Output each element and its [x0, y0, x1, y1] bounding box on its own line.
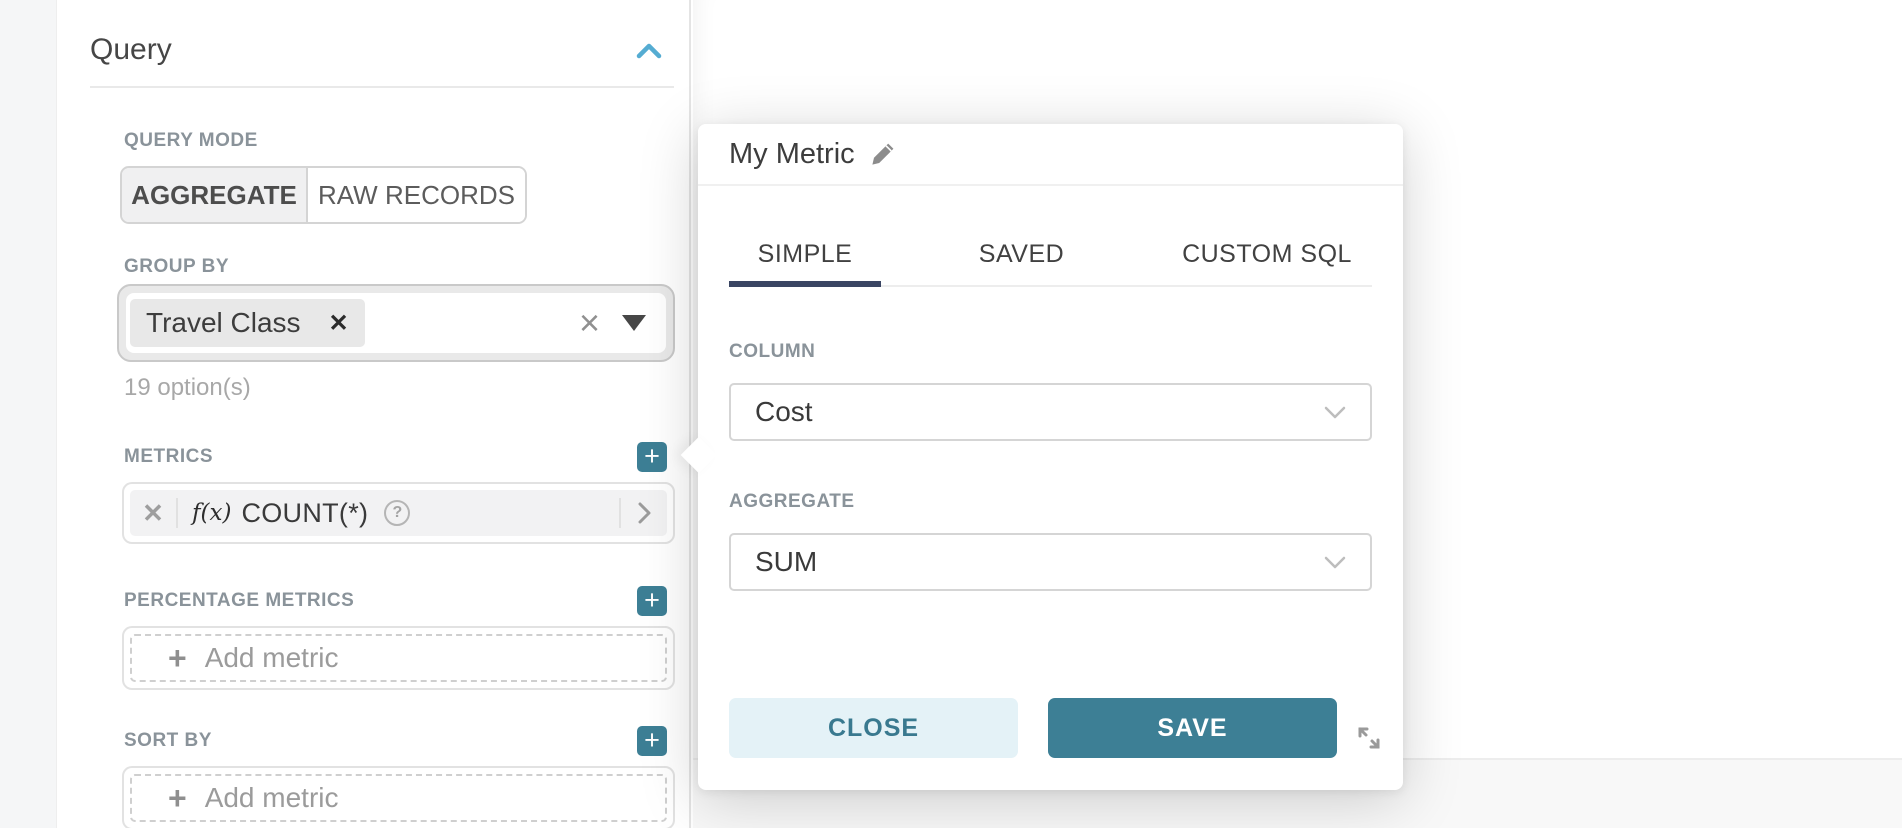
- tab-simple[interactable]: SIMPLE: [729, 240, 881, 269]
- add-sort-metric-dropzone[interactable]: + Add metric: [130, 774, 667, 822]
- metrics-list: ✕ f(x) COUNT(*) ?: [122, 482, 675, 544]
- add-metric-placeholder: Add metric: [205, 782, 339, 814]
- save-button[interactable]: SAVE: [1048, 698, 1337, 758]
- metric-item[interactable]: ✕ f(x) COUNT(*) ?: [130, 490, 667, 536]
- percentage-metrics-list: + Add metric: [122, 626, 675, 690]
- chevron-right-icon: [638, 502, 651, 524]
- plus-icon: +: [168, 783, 187, 813]
- sort-by-label: SORT BY: [124, 730, 212, 752]
- metrics-header-row: METRICS +: [124, 442, 674, 472]
- metric-remove-icon[interactable]: ✕: [130, 498, 176, 529]
- metrics-label: METRICS: [124, 446, 213, 468]
- resize-diagonal-icon: [1353, 722, 1385, 754]
- group-by-tag-label: Travel Class: [146, 307, 301, 339]
- chevron-down-icon: [1324, 556, 1346, 569]
- left-nav-rail: [0, 0, 57, 828]
- popover-resize-handle[interactable]: [1353, 722, 1385, 754]
- metric-item-label: COUNT(*): [241, 498, 368, 529]
- plus-icon: +: [168, 643, 187, 673]
- add-sort-metric-button[interactable]: +: [637, 726, 667, 756]
- group-by-select-inner: Travel Class ✕ ×: [126, 293, 666, 353]
- query-mode-raw-records-button[interactable]: RAW RECORDS: [308, 168, 525, 222]
- active-tab-indicator: [729, 281, 881, 287]
- add-metric-placeholder: Add metric: [205, 642, 339, 674]
- divider: [176, 498, 178, 528]
- metric-editor-popover: My Metric SIMPLE SAVED CUSTOM SQL COLUMN…: [698, 124, 1403, 790]
- percentage-metrics-label: PERCENTAGE METRICS: [124, 590, 354, 612]
- sort-by-header-row: SORT BY +: [124, 726, 674, 756]
- add-percentage-metric-dropzone[interactable]: + Add metric: [130, 634, 667, 682]
- group-by-options-hint: 19 option(s): [124, 374, 674, 402]
- column-select-value: Cost: [755, 396, 1324, 428]
- metric-name: My Metric: [729, 138, 855, 171]
- popover-header: My Metric: [698, 124, 1403, 186]
- aggregate-select-value: SUM: [755, 546, 1324, 578]
- aggregate-select[interactable]: SUM: [729, 533, 1372, 591]
- add-percentage-metric-button[interactable]: +: [637, 586, 667, 616]
- section-divider: [90, 86, 674, 88]
- query-mode-toggle: AGGREGATE RAW RECORDS: [120, 166, 527, 224]
- edit-name-button[interactable]: [869, 141, 896, 168]
- sort-by-list: + Add metric: [122, 766, 675, 828]
- close-button[interactable]: CLOSE: [729, 698, 1018, 758]
- query-mode-label: QUERY MODE: [124, 130, 674, 152]
- aggregate-label: AGGREGATE: [729, 491, 1372, 513]
- metric-expand-control[interactable]: [619, 498, 667, 528]
- query-section-title: Query: [90, 32, 172, 68]
- query-section-header: Query: [90, 32, 674, 68]
- add-metric-button[interactable]: +: [637, 442, 667, 472]
- plus-icon: +: [644, 443, 660, 469]
- group-by-select[interactable]: Travel Class ✕ ×: [117, 284, 675, 362]
- group-by-label: GROUP BY: [124, 256, 674, 278]
- collapse-section-button[interactable]: [636, 42, 662, 59]
- tag-remove-icon[interactable]: ✕: [329, 309, 349, 338]
- plus-icon: +: [644, 727, 660, 753]
- group-by-tag[interactable]: Travel Class ✕: [130, 299, 365, 347]
- function-icon: f(x): [192, 500, 231, 526]
- tab-custom-sql[interactable]: CUSTOM SQL: [1162, 240, 1372, 269]
- pencil-icon: [869, 141, 896, 168]
- metric-editor-tabs: SIMPLE SAVED CUSTOM SQL: [729, 186, 1372, 287]
- clear-all-icon[interactable]: ×: [579, 308, 600, 338]
- column-label: COLUMN: [729, 341, 1372, 363]
- popover-body: SIMPLE SAVED CUSTOM SQL COLUMN Cost AGGR…: [698, 186, 1403, 790]
- help-icon[interactable]: ?: [384, 500, 410, 526]
- tab-saved[interactable]: SAVED: [946, 240, 1098, 269]
- plus-icon: +: [644, 587, 660, 613]
- percentage-metrics-header-row: PERCENTAGE METRICS +: [124, 586, 674, 616]
- popover-actions: CLOSE SAVE: [729, 698, 1337, 758]
- query-control-panel: Query QUERY MODE AGGREGATE RAW RECORDS G…: [57, 0, 691, 828]
- caret-down-icon[interactable]: [622, 315, 646, 331]
- chevron-down-icon: [1324, 406, 1346, 419]
- column-select[interactable]: Cost: [729, 383, 1372, 441]
- query-mode-aggregate-button[interactable]: AGGREGATE: [122, 168, 308, 222]
- chevron-up-icon: [636, 42, 662, 59]
